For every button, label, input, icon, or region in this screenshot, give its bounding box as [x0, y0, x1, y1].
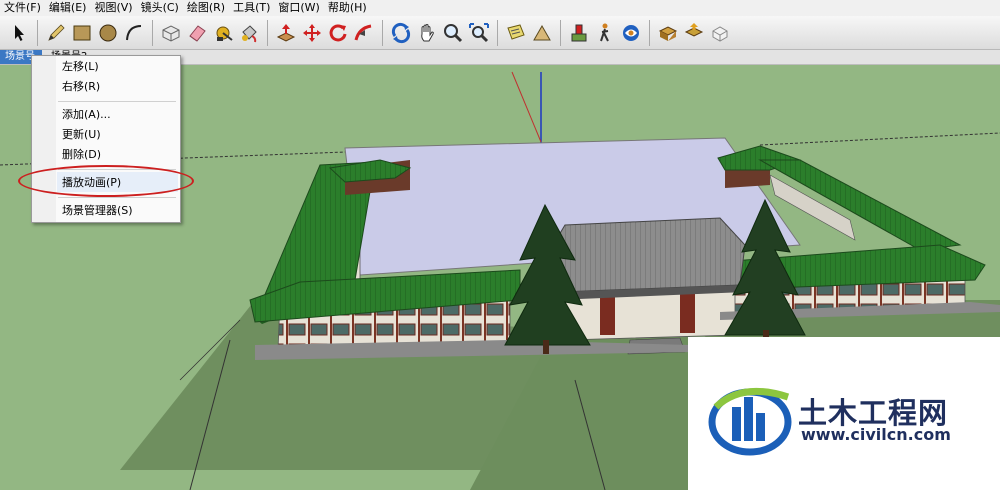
toolbar-separator — [560, 19, 561, 46]
look-around-icon[interactable] — [619, 21, 643, 45]
highlight-ring — [18, 165, 194, 197]
menu-window[interactable]: 窗口(W) — [274, 0, 323, 16]
menu-item-update[interactable]: 更新(U) — [62, 126, 101, 144]
zoom-icon[interactable] — [441, 21, 465, 45]
pan-hand-icon[interactable] — [415, 21, 439, 45]
select-arrow-icon[interactable] — [7, 21, 31, 45]
walkthrough-position-icon[interactable] — [567, 21, 591, 45]
move-icon[interactable] — [300, 21, 324, 45]
menu-divider — [58, 197, 176, 198]
menu-icon-gutter — [32, 56, 56, 222]
menu-item-move-left[interactable]: 左移(L) — [62, 58, 99, 76]
scene-context-menu: 左移(L) 右移(R) 添加(A)... 更新(U) 删除(D) 播放动画(P)… — [31, 55, 181, 223]
menu-item-scene-manager[interactable]: 场景管理器(S) — [62, 202, 133, 220]
menu-camera[interactable]: 镜头(C) — [137, 0, 183, 16]
follow-me-icon[interactable] — [352, 21, 376, 45]
menu-divider — [58, 101, 176, 102]
zoom-extents-icon[interactable] — [467, 21, 491, 45]
paint-bucket-icon[interactable] — [237, 21, 261, 45]
dimension-icon[interactable] — [530, 21, 554, 45]
pencil-icon[interactable] — [44, 21, 68, 45]
menu-file[interactable]: 文件(F) — [0, 0, 45, 16]
toolbar-separator — [37, 19, 38, 46]
make-component-icon[interactable] — [159, 21, 183, 45]
main-toolbar — [0, 16, 1000, 50]
watermark-url: www.civilcn.com — [801, 425, 951, 444]
text-label-icon[interactable] — [504, 21, 528, 45]
toolbar-separator — [649, 19, 650, 46]
rectangle-icon[interactable] — [70, 21, 94, 45]
arc-icon[interactable] — [122, 21, 146, 45]
circle-icon[interactable] — [96, 21, 120, 45]
rotate-icon[interactable] — [326, 21, 350, 45]
tape-measure-icon[interactable] — [211, 21, 235, 45]
share-model-icon[interactable] — [682, 21, 706, 45]
toolbar-separator — [152, 19, 153, 46]
menu-draw[interactable]: 绘图(R) — [183, 0, 229, 16]
get-models-icon[interactable] — [656, 21, 680, 45]
menu-item-delete[interactable]: 删除(D) — [62, 146, 101, 164]
menu-tools[interactable]: 工具(T) — [229, 0, 274, 16]
share-component-icon[interactable] — [708, 21, 732, 45]
orbit-icon[interactable] — [389, 21, 413, 45]
walk-icon[interactable] — [593, 21, 617, 45]
menu-view[interactable]: 视图(V) — [90, 0, 136, 16]
menu-help[interactable]: 帮助(H) — [324, 0, 371, 16]
menu-item-move-right[interactable]: 右移(R) — [62, 78, 100, 96]
push-pull-icon[interactable] — [274, 21, 298, 45]
logo-icon — [708, 387, 792, 456]
toolbar-separator — [382, 19, 383, 46]
toolbar-separator — [267, 19, 268, 46]
menu-edit[interactable]: 编辑(E) — [45, 0, 91, 16]
toolbar-separator — [497, 19, 498, 46]
menu-bar: 文件(F) 编辑(E) 视图(V) 镜头(C) 绘图(R) 工具(T) 窗口(W… — [0, 0, 1000, 16]
menu-item-add[interactable]: 添加(A)... — [62, 106, 111, 124]
watermark: 土木工程网 www.civilcn.com — [688, 337, 1000, 490]
eraser-icon[interactable] — [185, 21, 209, 45]
